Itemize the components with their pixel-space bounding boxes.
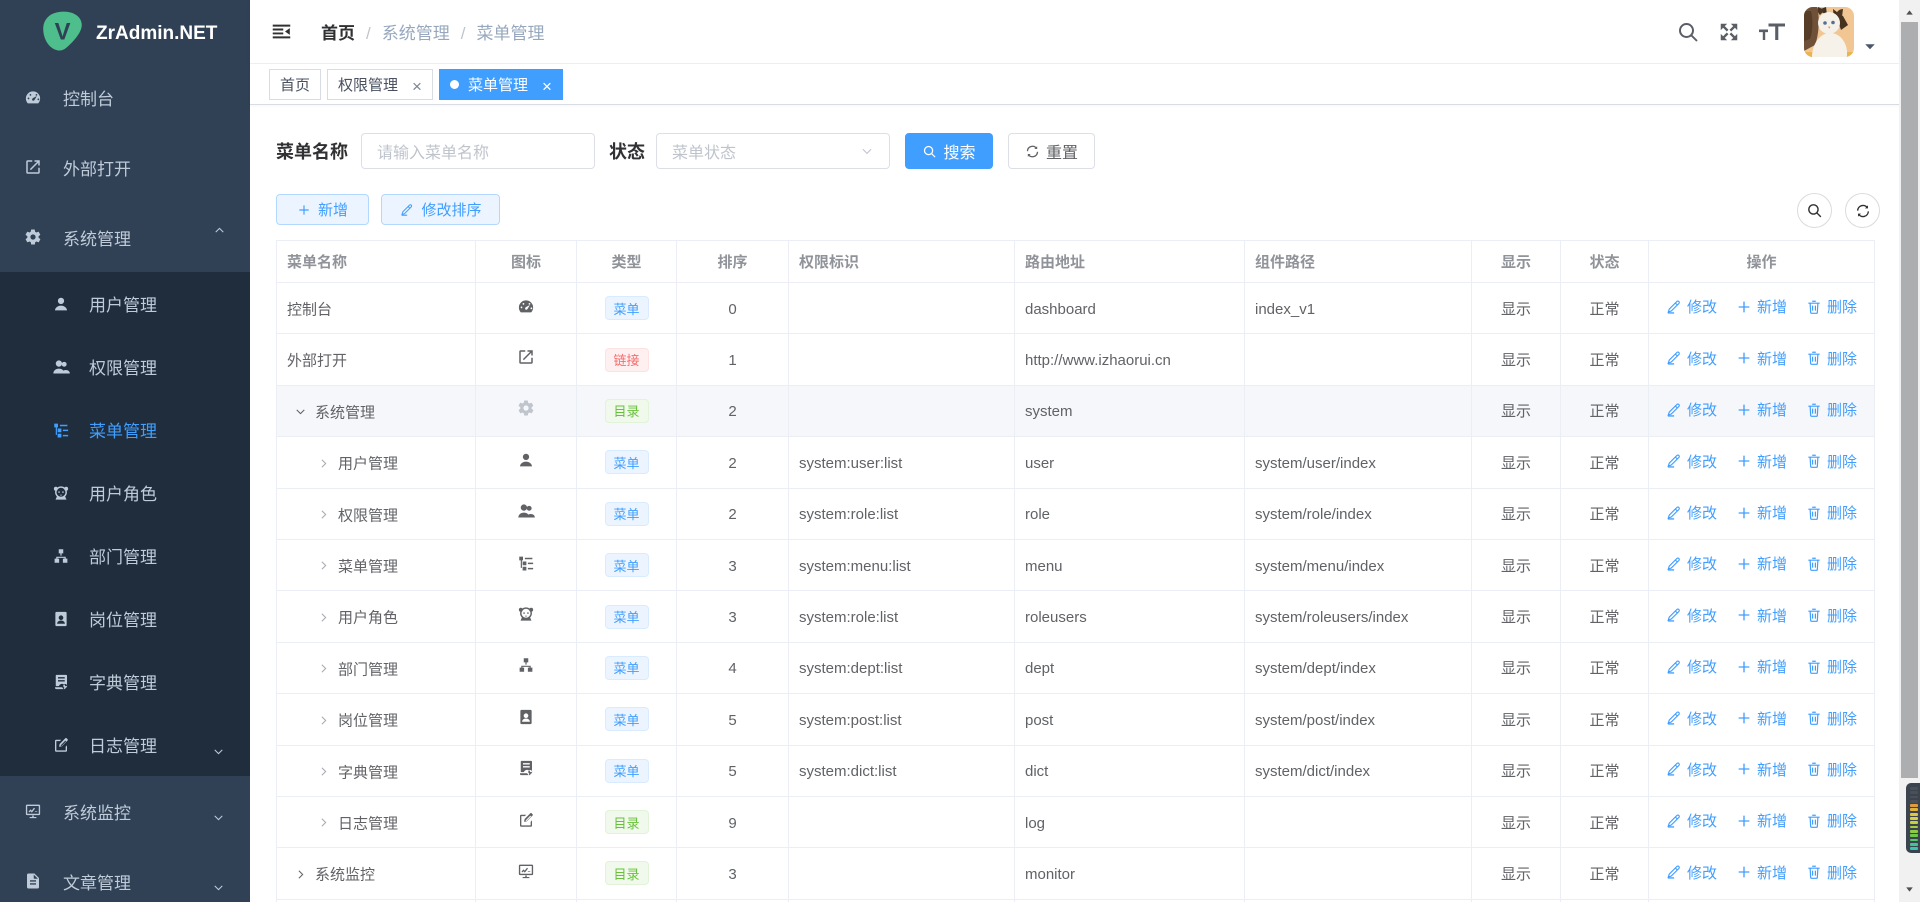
svg-text:V: V	[55, 18, 71, 45]
